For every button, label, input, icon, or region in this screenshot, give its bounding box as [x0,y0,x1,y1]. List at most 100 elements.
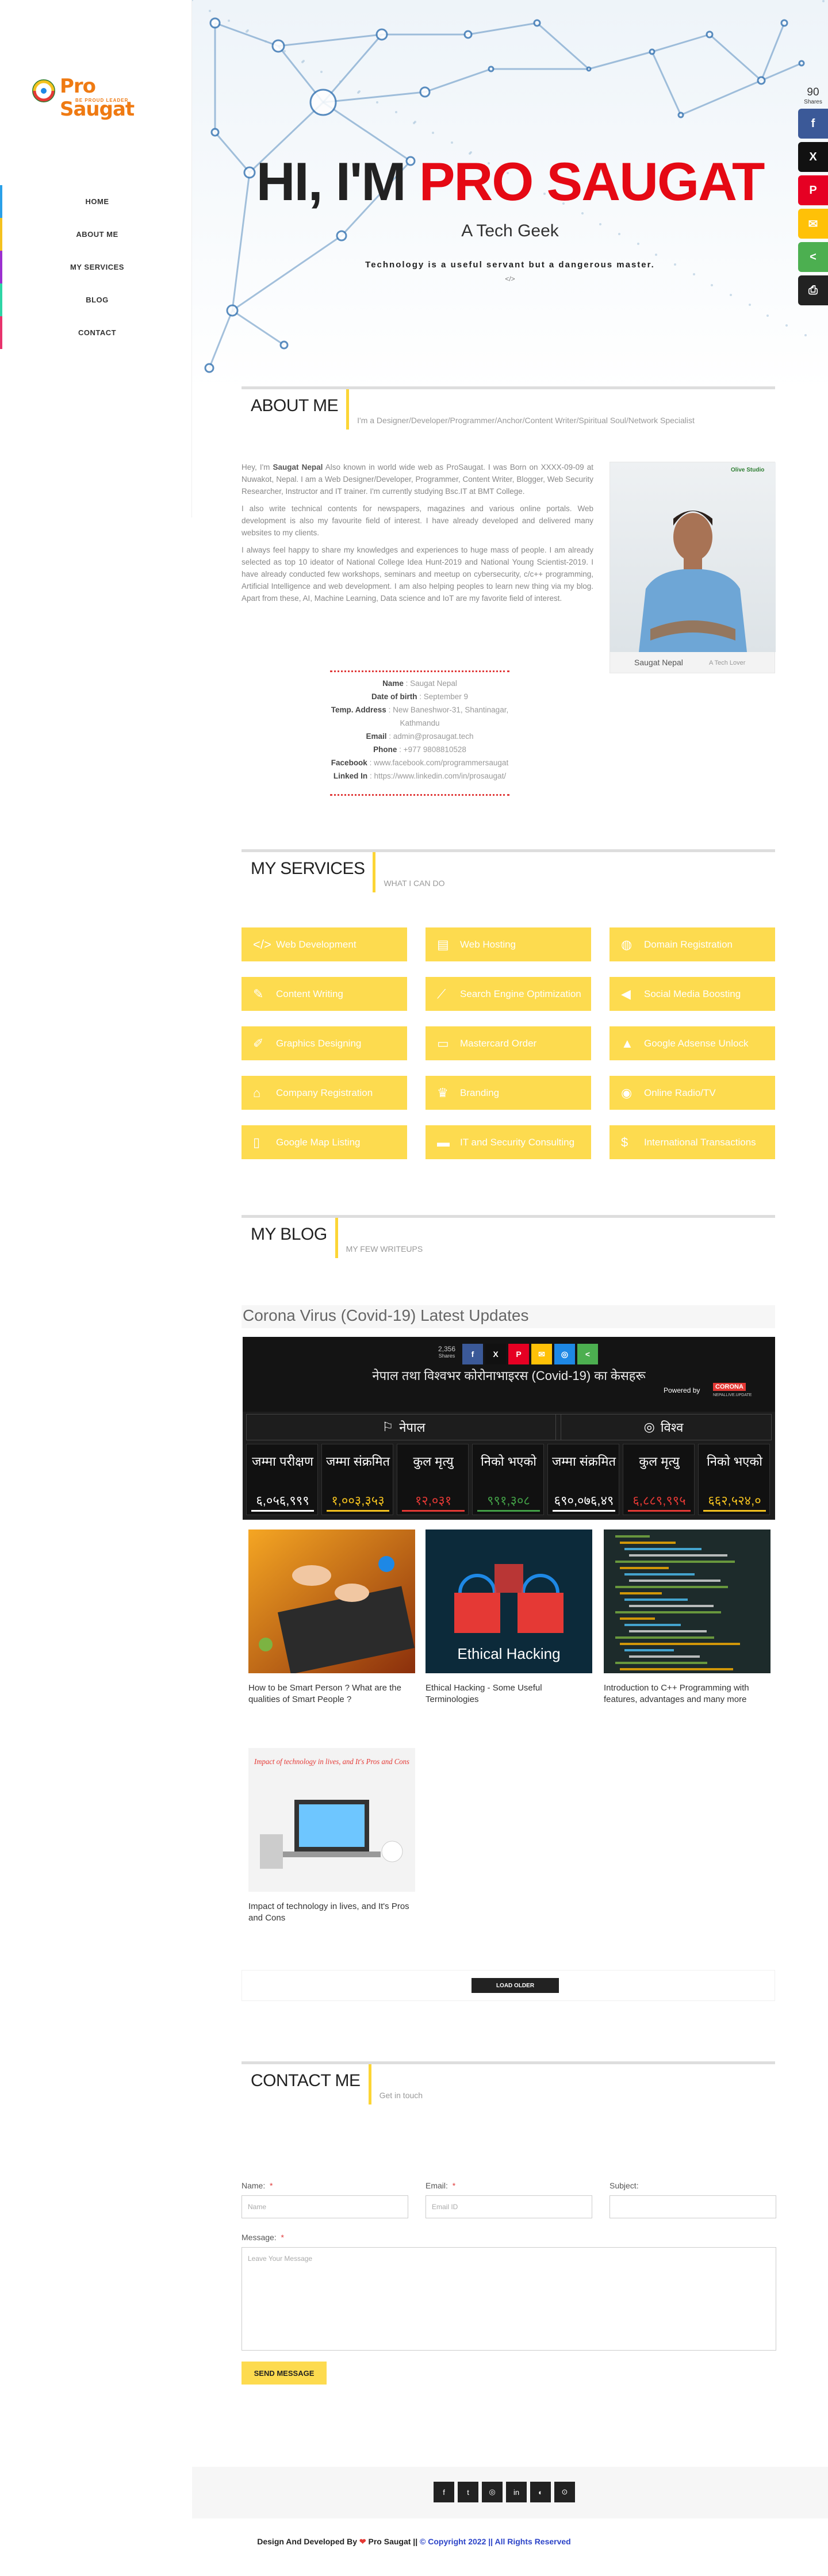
share-button-4[interactable]: < [798,242,828,272]
hero-title-dark: HI, I'M [256,151,407,212]
detail-key: Linked In [333,772,368,780]
nav-item-home[interactable]: HOME [0,185,192,218]
service-branding[interactable]: ♛ Branding [425,1076,591,1110]
service-search-engine-optimization[interactable]: ⟋ Search Engine Optimization [425,977,591,1011]
covid-stat-label: जम्मा परीक्षण [252,1454,313,1469]
sidebar: Pro Saugat BE PROUD LEADER HOME ABOUT ME M… [0,0,192,518]
detail-key: Temp. Address [331,706,386,714]
blog-post-card[interactable]: Ethical Hacking Ethical Hacking - Some Us… [425,1529,592,1705]
share-button-5[interactable]: ⎙ [798,275,828,305]
service-graphics-designing[interactable]: ✐ Graphics Designing [241,1026,407,1060]
dotted-divider [330,670,509,672]
blog-post-title[interactable]: Ethical Hacking - Some Useful Terminolog… [425,1682,592,1705]
detail-row: Email : admin@prosaugat.tech [366,732,474,741]
name-field[interactable]: Name [241,2195,408,2218]
subject-field[interactable] [610,2195,776,2218]
service-international-transactions[interactable]: $ International Transactions [610,1125,775,1159]
covid-stat-box: कुल मृत्यु १२,०३१ [397,1444,469,1515]
about-paragraph-1: Hey, I'm Saugat Nepal Also known in worl… [241,461,593,497]
service-icon: ▬ [437,1134,450,1149]
covid-share-button[interactable]: ◎ [554,1344,575,1364]
social-button-2[interactable]: ◎ [482,2482,503,2502]
social-button-4[interactable]: ◐ [530,2482,551,2502]
share-button-2[interactable]: P [798,175,828,205]
service-company-registration[interactable]: ⌂ Company Registration [241,1076,407,1110]
corona-brand-sub: NEPALLIVE.UPDATE [713,1393,752,1397]
send-message-button[interactable]: SEND MESSAGE [241,2362,327,2385]
blog-post-image[interactable]: Ethical Hacking [425,1529,592,1673]
blog-post-title[interactable]: Impact of technology in lives, and It's … [248,1901,415,1924]
credit-prefix: Design And Developed By [257,2537,359,2546]
covid-share-button[interactable]: < [577,1344,598,1364]
about-text: Hey, I'm Saugat Nepal Also known in worl… [241,461,593,610]
credits: Design And Developed By ❤ Pro Saugat || … [0,2537,828,2547]
about-paragraph-3: I always feel happy to share my knowledg… [241,546,593,603]
service-web-hosting[interactable]: ▤ Web Hosting [425,927,591,961]
corona-brand: CORONA [713,1383,746,1391]
detail-value[interactable]: https://www.linkedin.com/in/prosaugat/ [374,772,506,780]
covid-share-button[interactable]: P [508,1344,529,1364]
social-button-5[interactable]: ⊙ [554,2482,575,2502]
detail-row: Temp. Address : New Baneshwor-31, Shanti… [331,706,509,727]
social-button-1[interactable]: t [458,2482,478,2502]
detail-value[interactable]: admin@prosaugat.tech [393,732,474,741]
blog-post-card[interactable]: Impact of technology in lives, and It's … [248,1748,415,1924]
service-google-map-listing[interactable]: ▯ Google Map Listing [241,1125,407,1159]
nav-item-contact[interactable]: CONTACT [0,316,192,349]
service-label: Online Radio/TV [644,1087,716,1098]
service-it-and-security-consulting[interactable]: ▬ IT and Security Consulting [425,1125,591,1159]
detail-value[interactable]: +977 9808810528 [404,745,466,754]
world-label-box: ◎ विश्व [555,1414,772,1440]
covid-share-button[interactable]: X [485,1344,506,1364]
service-online-radio-tv[interactable]: ◉ Online Radio/TV [610,1076,775,1110]
service-domain-registration[interactable]: ◍ Domain Registration [610,927,775,961]
services-subheading: WHAT I CAN DO [384,879,445,888]
covid-share-button[interactable]: ✉ [531,1344,552,1364]
detail-row: Phone : +977 9808810528 [373,745,466,754]
service-mastercard-order[interactable]: ▭ Mastercard Order [425,1026,591,1060]
detail-key: Phone [373,745,397,754]
detail-value[interactable]: www.facebook.com/programmersaugat [374,758,508,767]
service-content-writing[interactable]: ✎ Content Writing [241,977,407,1011]
social-button-0[interactable]: f [434,2482,454,2502]
required-mark: * [452,2181,456,2190]
social-button-3[interactable]: in [506,2482,527,2502]
service-google-adsense-unlock[interactable]: ▲ Google Adsense Unlock [610,1026,775,1060]
flag-icon: ⚐ [382,1420,394,1434]
site-logo[interactable]: Pro Saugat BE PROUD LEADER [26,74,170,121]
email-field[interactable]: Email ID [425,2195,592,2218]
nav-item-label: ABOUT ME [76,230,118,239]
load-older-button[interactable]: LOAD OLDER [471,1978,559,1993]
blog-post-image[interactable]: Impact of technology in lives, and It's … [248,1748,415,1892]
share-button-3[interactable]: ✉ [798,209,828,239]
nav-item-about-me[interactable]: ABOUT ME [0,218,192,251]
service-icon: ▤ [437,937,449,952]
nav-item-label: BLOG [86,296,109,304]
covid-share-button[interactable]: f [462,1344,483,1364]
service-web-development[interactable]: </> Web Development [241,927,407,961]
share-icon: ⎙ [808,283,818,297]
share-button-0[interactable]: f [798,109,828,139]
message-field[interactable]: Leave Your Message [241,2247,776,2351]
blog-post-title[interactable]: How to be Smart Person ? What are the qu… [248,1682,415,1705]
about-heading-block: ABOUT ME I'm a Designer/Developer/Progra… [241,389,695,430]
detail-row: Facebook : www.facebook.com/programmersa… [331,758,509,767]
blog-post-card[interactable]: Introduction to C++ Programming with fea… [604,1529,770,1705]
blog-post-image[interactable] [248,1529,415,1673]
profile-role: A Tech Lover [709,660,746,666]
covid-post-title[interactable]: Corona Virus (Covid-19) Latest Updates [241,1305,775,1328]
service-social-media-boosting[interactable]: ◀ Social Media Boosting [610,977,775,1011]
nav-item-blog[interactable]: BLOG [0,283,192,316]
detail-row: Linked In : https://www.linkedin.com/in/… [333,772,507,780]
detail-value: September 9 [423,692,469,701]
detail-key: Name [382,679,404,688]
main-nav: HOME ABOUT ME MY SERVICES BLOG CONTACT [0,185,192,349]
covid-shares-number: 2,356 [438,1345,456,1353]
share-button-1[interactable]: X [798,142,828,172]
blog-post-title[interactable]: Introduction to C++ Programming with fea… [604,1682,770,1705]
post-thumbnail: Ethical Hacking [425,1529,592,1673]
blog-post-card[interactable]: How to be Smart Person ? What are the qu… [248,1529,415,1705]
nav-item-my-services[interactable]: MY SERVICES [0,251,192,283]
credit-name[interactable]: Pro Saugat [366,2537,413,2546]
blog-post-image[interactable] [604,1529,770,1673]
